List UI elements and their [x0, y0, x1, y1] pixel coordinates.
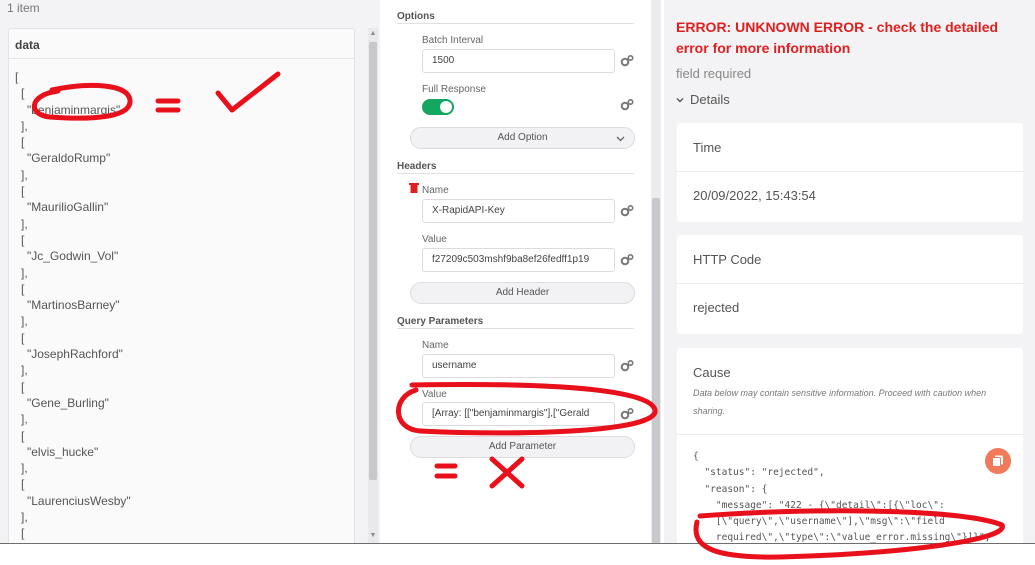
json-line: "LaurenciusWesby" — [27, 493, 131, 508]
json-line: "Gene_Burling" — [27, 395, 109, 410]
error-subtitle: field required — [676, 66, 752, 81]
item-count: 1 item — [7, 1, 40, 15]
time-value: 20/09/2022, 15:43:54 — [693, 188, 816, 203]
output-panel: 1 item data [["benjaminmargis"],["Gerald… — [0, 0, 380, 548]
node-parameters-panel: Options Batch Interval 1500 Full Respons… — [381, 0, 662, 543]
json-line: "elvis_hucke" — [27, 444, 99, 459]
code-line: required\",\"type\":\"value_error.missin… — [693, 532, 991, 543]
json-line: [ — [21, 86, 25, 101]
http-code-value: rejected — [693, 300, 740, 315]
json-line: ], — [21, 412, 28, 427]
chevron-down-icon — [616, 136, 625, 142]
details-label: Details — [690, 92, 730, 107]
batch-interval-input[interactable]: 1500 — [422, 49, 615, 73]
json-line: ], — [21, 510, 28, 525]
error-panel: ERROR: UNKNOWN ERROR - check the detaile… — [664, 0, 1035, 543]
output-scrollbar[interactable]: ▲ ▼ — [368, 28, 378, 543]
options-section-title: Options — [397, 11, 435, 22]
http-code-label: HTTP Code — [693, 252, 762, 267]
json-line: [ — [21, 281, 25, 296]
data-table: data [["benjaminmargis"],["GeraldoRump"]… — [8, 28, 355, 548]
json-line: [ — [21, 135, 25, 150]
time-card: Time 20/09/2022, 15:43:54 — [677, 123, 1023, 222]
json-line: [ — [21, 477, 25, 492]
json-line: "JosephRachford" — [27, 347, 123, 362]
divider — [397, 23, 634, 24]
trash-icon[interactable] — [409, 182, 419, 193]
time-label: Time — [693, 140, 722, 155]
add-option-button[interactable]: Add Option — [410, 127, 635, 149]
http-code-card: HTTP Code rejected — [677, 235, 1023, 334]
chevron-down-icon — [676, 98, 684, 103]
scroll-down-arrow-icon[interactable]: ▼ — [369, 532, 377, 539]
copy-icon — [992, 455, 1003, 467]
json-line: "GeraldoRump" — [27, 151, 111, 166]
query-parameters-section-title: Query Parameters — [397, 316, 484, 327]
json-line: [ — [21, 428, 25, 443]
json-line: "MartinosBarney" — [27, 298, 120, 313]
json-line: ], — [21, 314, 28, 329]
header-name-label: Name — [422, 185, 449, 196]
query-name-label: Name — [422, 340, 449, 351]
gears-icon[interactable] — [620, 407, 634, 421]
details-toggle[interactable]: Details — [676, 92, 730, 107]
toggle-knob — [440, 101, 452, 113]
bottom-edge — [0, 543, 1035, 565]
json-line: ], — [21, 216, 28, 231]
json-line: ], — [21, 461, 28, 476]
json-line: "benjaminmargis" — [27, 102, 121, 117]
json-line: ], — [21, 118, 28, 133]
query-name-input[interactable]: username — [422, 354, 615, 378]
header-value-input[interactable]: f27209c503mshf9ba8ef26fedff1p19 — [422, 248, 615, 272]
cause-label: Cause — [693, 365, 731, 380]
json-line: [ — [21, 184, 25, 199]
json-line: [ — [15, 70, 19, 84]
code-line: "reason": { — [693, 483, 768, 495]
copy-button[interactable] — [985, 448, 1011, 474]
batch-interval-label: Batch Interval — [422, 35, 484, 46]
header-name-input[interactable]: X-RapidAPI-Key — [422, 199, 615, 223]
code-line: { — [693, 451, 699, 462]
gears-icon[interactable] — [620, 54, 634, 68]
error-title: ERROR: UNKNOWN ERROR - check the detaile… — [676, 19, 999, 56]
code-line: "message": "422 - {\"detail\":[{\"loc\": — [693, 499, 945, 511]
json-line: "MaurilioGallin" — [27, 200, 109, 215]
query-value-input[interactable]: [Array: [["benjaminmargis"],["Gerald — [422, 402, 615, 426]
full-response-toggle[interactable] — [422, 99, 454, 115]
json-line: "Jc_Godwin_Vol" — [27, 249, 119, 264]
add-option-label: Add Option — [497, 132, 548, 143]
headers-section-title: Headers — [397, 161, 437, 172]
divider — [397, 328, 634, 329]
json-output: [["benjaminmargis"],["GeraldoRump"],["Ma… — [9, 59, 354, 547]
header-value-label: Value — [422, 234, 447, 245]
gears-icon[interactable] — [620, 359, 634, 373]
add-header-button[interactable]: Add Header — [410, 282, 635, 304]
cause-card: Cause Data below may contain sensitive i… — [677, 348, 1023, 543]
divider — [397, 173, 634, 174]
json-line: ], — [21, 167, 28, 182]
cause-note: Data below may contain sensitive informa… — [693, 388, 987, 416]
json-line: [ — [21, 379, 25, 394]
add-parameter-button[interactable]: Add Parameter — [410, 436, 635, 458]
data-column-header[interactable]: data — [9, 29, 354, 59]
code-line: "status": "rejected", — [693, 467, 825, 479]
json-line: [ — [21, 232, 25, 247]
code-line: [\"query\",\"username\"],\"msg\":\"field — [693, 516, 945, 528]
scroll-up-arrow-icon[interactable]: ▲ — [369, 30, 377, 37]
json-line: [ — [21, 526, 25, 541]
gears-icon[interactable] — [620, 98, 634, 112]
full-response-label: Full Response — [422, 84, 486, 95]
parameters-scrollbar[interactable] — [651, 0, 661, 543]
query-value-label: Value — [422, 389, 447, 400]
scrollbar-thumb[interactable] — [369, 42, 377, 480]
json-line: ], — [21, 265, 28, 280]
json-line: [ — [21, 330, 25, 345]
scrollbar-thumb[interactable] — [652, 198, 660, 543]
gears-icon[interactable] — [620, 204, 634, 218]
error-json: { "status": "rejected", "reason": { "mes… — [677, 435, 1023, 543]
json-line: ], — [21, 363, 28, 378]
gears-icon[interactable] — [620, 253, 634, 267]
